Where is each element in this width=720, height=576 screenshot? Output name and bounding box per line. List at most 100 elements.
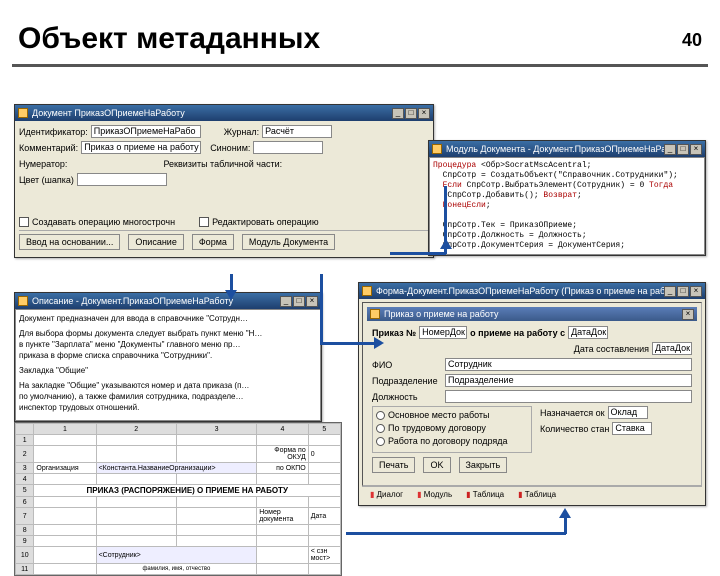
page-number: 40 [682, 30, 702, 51]
tab-dialog[interactable]: ▮ Диалог [366, 489, 407, 500]
table-icon: ▮ [518, 490, 522, 499]
minimize-icon[interactable]: _ [664, 144, 676, 155]
arrow [346, 532, 566, 535]
close-icon[interactable]: × [418, 108, 430, 119]
sotrudnik-field: <Сотрудник> [96, 547, 257, 564]
close-icon[interactable]: × [306, 296, 318, 307]
arrow-head-icon [559, 508, 571, 518]
arrow-head-icon [440, 239, 452, 249]
radio-main-job[interactable] [376, 411, 385, 420]
maximize-icon[interactable]: □ [677, 286, 689, 297]
arrow-head-icon [374, 337, 384, 349]
dolzh-label: Должность [372, 392, 442, 402]
journal-field[interactable]: Расчёт [262, 125, 332, 138]
create-op-checkbox[interactable] [19, 217, 29, 227]
radio-contract[interactable] [376, 424, 385, 433]
ok-button[interactable]: OK [423, 457, 450, 473]
close-icon[interactable]: × [690, 286, 702, 297]
minimize-icon[interactable]: _ [280, 296, 292, 307]
ident-field[interactable]: ПриказОПриемеНаРабо [91, 125, 201, 138]
oklad-field[interactable]: Оклад [608, 406, 648, 419]
comment-label: Комментарий: [19, 143, 78, 153]
arrow [320, 274, 323, 344]
close-button[interactable]: Закрыть [459, 457, 508, 473]
maximize-icon[interactable]: □ [293, 296, 305, 307]
form-icon [362, 286, 372, 296]
dolzh-field[interactable] [445, 390, 692, 403]
org-constant: <Константа.НазваниеОрганизации> [96, 463, 257, 474]
desc-button[interactable]: Описание [128, 234, 183, 250]
doc-icon [18, 108, 28, 118]
title-rule [12, 64, 708, 67]
arrow [390, 252, 446, 255]
window-title: Модуль Документа - Документ.ПриказОПрием… [446, 144, 664, 154]
close-icon[interactable]: × [690, 144, 702, 155]
form-button[interactable]: Форма [192, 234, 234, 250]
fio-field[interactable]: Сотрудник [445, 358, 692, 371]
tab-table2[interactable]: ▮ Таблица [514, 489, 560, 500]
unique-label: Реквизиты табличной части: [163, 159, 282, 169]
tab-module[interactable]: ▮ Модуль [413, 489, 456, 500]
titlebar[interactable]: Описание - Документ.ПриказОПриемеНаРабот… [15, 293, 321, 309]
fio-label: ФИО [372, 360, 442, 370]
date-created-field[interactable]: ДатаДок [652, 342, 692, 355]
titlebar[interactable]: Модуль Документа - Документ.ПриказОПрием… [429, 141, 705, 157]
table-icon: ▮ [466, 490, 470, 499]
page-title: Объект метаданных [18, 22, 720, 56]
module-tab-icon: ▮ [417, 490, 421, 499]
date-text: о приеме на работу с [470, 328, 565, 338]
print-button[interactable]: Печать [372, 457, 415, 473]
window-title: Документ ПриказОПриемеНаРаботу [32, 108, 392, 118]
window-title: Форма-Документ.ПриказОПриемеНаРаботу (Пр… [376, 286, 664, 296]
col-4: 4 [257, 424, 309, 435]
col-2: 2 [96, 424, 176, 435]
synonym-label: Синоним: [210, 143, 250, 153]
comment-field[interactable]: Приказ о приеме на работу [81, 141, 201, 154]
minimize-icon[interactable]: _ [664, 286, 676, 297]
col-3: 3 [176, 424, 256, 435]
window-title: Описание - Документ.ПриказОПриемеНаРабот… [32, 296, 280, 306]
stavka-field[interactable]: Ставка [612, 422, 652, 435]
col-5: 5 [308, 424, 340, 435]
tab-table[interactable]: ▮ Таблица [462, 489, 508, 500]
inner-title: Приказ о приеме на работу [384, 309, 682, 319]
module-button[interactable]: Модуль Документа [242, 234, 335, 250]
basis-button[interactable]: Ввод на основании... [19, 234, 120, 250]
description-window: Описание - Документ.ПриказОПриемеНаРабот… [14, 292, 322, 422]
maximize-icon[interactable]: □ [405, 108, 417, 119]
form-designer-window: Форма-Документ.ПриказОПриемеНаРаботу (Пр… [358, 282, 706, 506]
ident-label: Идентификатор: [19, 127, 88, 137]
date-field[interactable]: ДатаДок [568, 326, 608, 339]
dialog-icon: ▮ [370, 490, 374, 499]
titlebar[interactable]: Форма-Документ.ПриказОПриемеНаРаботу (Пр… [359, 283, 705, 299]
podr-field[interactable]: Подразделение [445, 374, 692, 387]
maximize-icon[interactable]: □ [677, 144, 689, 155]
head-label: Цвет (шапка) [19, 175, 74, 185]
create-op-label: Создавать операцию многострочн [32, 217, 175, 227]
module-window: Модуль Документа - Документ.ПриказОПрием… [428, 140, 706, 256]
head-list[interactable] [77, 173, 167, 186]
journal-label: Журнал: [224, 127, 259, 137]
description-text: Документ предназначен для ввода в справо… [15, 309, 321, 421]
order-num-field[interactable]: НомерДок [419, 326, 467, 339]
order-title: ПРИКАЗ (РАСПОРЯЖЕНИЕ) О ПРИЕМЕ НА РАБОТУ [34, 485, 341, 497]
date-created-label: Дата составления [574, 344, 649, 354]
edit-op-label: Редактировать операцию [212, 217, 319, 227]
radio-podryad[interactable] [376, 437, 385, 446]
print-template[interactable]: 12345 1 2Форма по ОКУД0 3Организация<Кон… [14, 422, 342, 576]
close-icon[interactable]: × [682, 309, 694, 320]
module-icon [432, 144, 442, 154]
inner-icon [370, 309, 380, 319]
podr-label: Подразделение [372, 376, 442, 386]
code-area[interactable]: Процедура <Обр>SocratMscAcentral; СпрСот… [429, 157, 705, 255]
arrow [320, 342, 380, 345]
synonym-field[interactable] [253, 141, 323, 154]
titlebar[interactable]: Документ ПриказОПриемеНаРаботу _ □ × [15, 105, 433, 121]
desc-icon [18, 296, 28, 306]
edit-op-checkbox[interactable] [199, 217, 209, 227]
doc-properties-window: Документ ПриказОПриемеНаРаботу _ □ × Иде… [14, 104, 434, 258]
numerator-label: Нумератор: [19, 159, 67, 169]
col-1: 1 [34, 424, 96, 435]
order-num-label: Приказ № [372, 328, 416, 338]
minimize-icon[interactable]: _ [392, 108, 404, 119]
